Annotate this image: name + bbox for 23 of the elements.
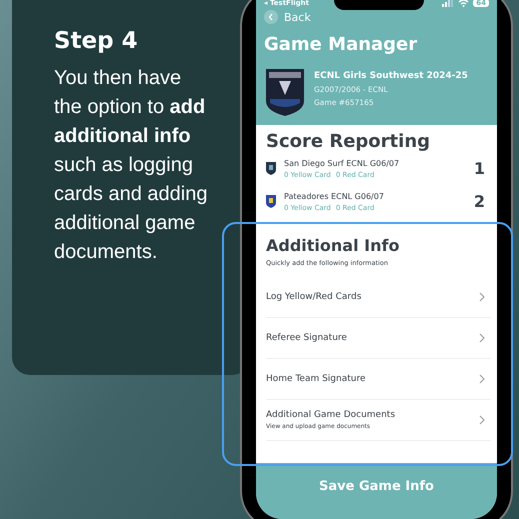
chevron-right-icon <box>479 415 485 425</box>
team-score: 1 <box>474 159 485 178</box>
step-description: You then have the option to add additional info such as logging cards and adding additional game documents. <box>54 66 208 265</box>
chevron-right-icon <box>479 292 485 302</box>
info-list-item[interactable]: Referee Signature <box>266 318 491 359</box>
section-title: Additional Info <box>266 236 400 255</box>
page-title: Game Manager <box>264 34 418 55</box>
team-name: Pateadores ECNL G06/07 <box>284 192 385 200</box>
league-badge-icon <box>264 67 306 117</box>
wifi-icon <box>458 0 470 7</box>
league-name: ECNL Girls Southwest 2024-25 <box>314 71 468 81</box>
team-crest-icon <box>266 195 276 208</box>
chevron-right-icon <box>479 374 485 384</box>
team-crest-icon <box>266 162 276 175</box>
chevron-left-icon <box>264 10 278 24</box>
info-list-item[interactable]: Home Team Signature <box>266 359 491 400</box>
step-title: Step 4 <box>54 28 139 54</box>
team-name: San Diego Surf ECNL G06/07 <box>284 158 400 168</box>
section-title: Score Reporting <box>266 131 432 152</box>
team-score: 2 <box>474 192 485 211</box>
info-list-item[interactable]: Log Yellow/Red Cards <box>266 277 491 318</box>
signal-icon <box>442 0 454 7</box>
chevron-right-icon <box>479 333 485 343</box>
